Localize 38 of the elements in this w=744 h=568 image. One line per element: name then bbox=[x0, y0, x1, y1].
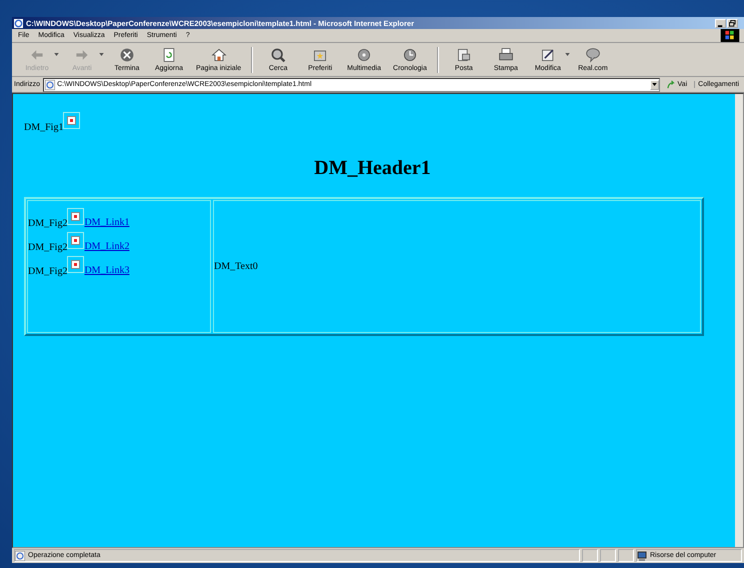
windows-logo-icon bbox=[720, 29, 740, 42]
stop-icon bbox=[119, 47, 135, 63]
figure-label: DM_Fig2 bbox=[28, 242, 68, 253]
figure-label: DM_Fig2 bbox=[28, 266, 68, 277]
page-heading: DM_Header1 bbox=[313, 157, 432, 180]
edit-icon bbox=[540, 47, 556, 63]
history-icon bbox=[402, 47, 418, 63]
minimize-button[interactable] bbox=[715, 18, 726, 28]
dropdown-caret-icon[interactable] bbox=[564, 53, 570, 56]
go-arrow-icon bbox=[666, 80, 676, 89]
media-icon bbox=[356, 47, 372, 63]
page-link[interactable]: DM_Link3 bbox=[84, 265, 130, 276]
body-text: DM_Text0 bbox=[214, 261, 258, 272]
status-panel bbox=[618, 549, 634, 562]
figure-label: DM_Fig1 bbox=[24, 122, 64, 133]
page-icon bbox=[45, 80, 56, 90]
discuss-icon bbox=[584, 47, 601, 63]
broken-image-icon bbox=[67, 256, 84, 273]
status-panel bbox=[600, 549, 616, 562]
figure-label: DM_Fig2 bbox=[28, 218, 68, 229]
broken-image-icon bbox=[63, 112, 80, 129]
browser-icon bbox=[14, 18, 23, 28]
broken-image-icon bbox=[67, 232, 84, 249]
mail-icon bbox=[456, 47, 472, 63]
restore-button[interactable] bbox=[727, 18, 738, 28]
page-icon bbox=[15, 550, 25, 560]
computer-icon bbox=[637, 550, 647, 560]
search-icon bbox=[270, 47, 286, 63]
refresh-icon bbox=[161, 47, 177, 63]
dropdown-button[interactable] bbox=[650, 80, 659, 90]
broken-image-icon bbox=[67, 208, 84, 225]
home-icon bbox=[210, 47, 227, 63]
page-link[interactable]: DM_Link2 bbox=[84, 241, 130, 252]
page-link[interactable]: DM_Link1 bbox=[84, 217, 130, 228]
print-icon bbox=[498, 47, 514, 63]
dropdown-caret-icon bbox=[652, 83, 657, 86]
status-panel bbox=[582, 549, 598, 562]
restore-icon bbox=[729, 20, 736, 26]
